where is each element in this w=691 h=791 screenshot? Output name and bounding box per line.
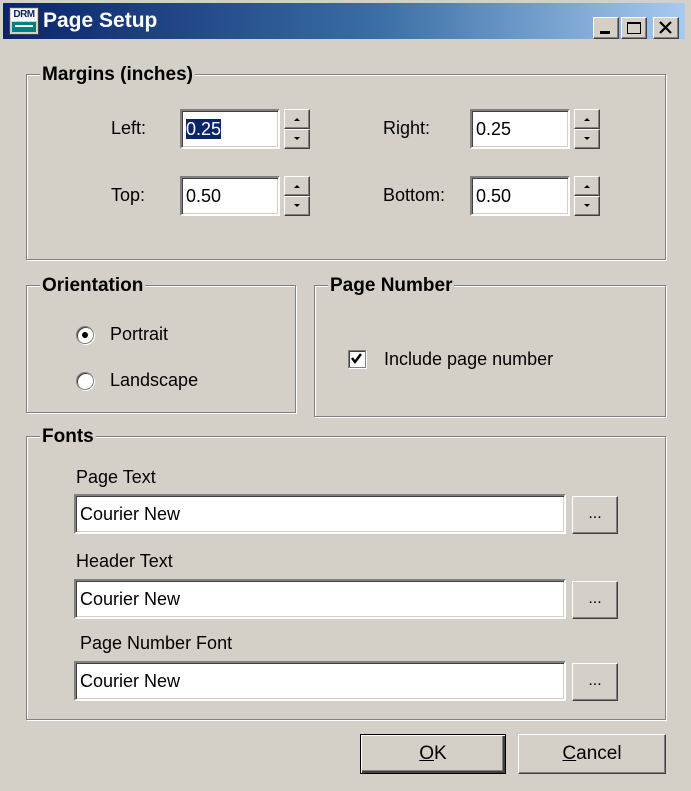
bottom-margin-down-button[interactable] — [574, 196, 600, 216]
landscape-radio[interactable] — [76, 372, 94, 390]
top-margin-down-button[interactable] — [284, 196, 310, 216]
header-text-label: Header Text — [76, 551, 173, 571]
app-icon-text: DRM — [11, 9, 37, 21]
maximize-button[interactable] — [621, 17, 647, 39]
minimize-icon — [600, 31, 610, 34]
fonts-legend: Fonts — [40, 426, 96, 448]
bottom-margin-label: Bottom: — [383, 185, 446, 205]
close-icon — [659, 21, 672, 34]
cancel-button[interactable]: Cancel — [518, 734, 666, 774]
orientation-group — [26, 285, 296, 413]
bottom-margin-up-button[interactable] — [574, 176, 600, 196]
portrait-label[interactable]: Portrait — [110, 323, 168, 345]
page-number-font-input[interactable]: Courier New — [74, 661, 566, 701]
page-number-legend: Page Number — [328, 275, 455, 297]
up-arrow-icon — [294, 185, 300, 188]
close-button[interactable] — [653, 17, 679, 39]
margins-legend: Margins (inches) — [40, 64, 195, 86]
bottom-margin-input[interactable]: 0.50 — [470, 176, 570, 216]
bottom-margin-spinner[interactable] — [574, 176, 600, 216]
margins-group — [26, 74, 666, 260]
page-text-label: Page Text — [76, 467, 156, 487]
right-margin-input[interactable]: 0.25 — [470, 109, 570, 149]
page-text-font-input[interactable]: Courier New — [74, 494, 566, 534]
up-arrow-icon — [584, 118, 590, 121]
down-arrow-icon — [584, 137, 590, 140]
checkmark-icon — [351, 353, 362, 364]
top-margin-label: Top: — [111, 185, 146, 205]
page-number-font-label: Page Number Font — [80, 633, 233, 653]
top-margin-up-button[interactable] — [284, 176, 310, 196]
include-page-number-label[interactable]: Include page number — [384, 348, 553, 370]
left-margin-up-button[interactable] — [284, 109, 310, 129]
down-arrow-icon — [294, 204, 300, 207]
include-page-number-checkbox[interactable] — [348, 350, 366, 368]
header-text-browse-button[interactable]: ... — [572, 581, 618, 619]
maximize-icon — [627, 22, 641, 34]
left-margin-input[interactable]: 0.25 — [180, 109, 280, 149]
right-margin-up-button[interactable] — [574, 109, 600, 129]
right-margin-spinner[interactable] — [574, 109, 600, 149]
window-title: Page Setup — [43, 9, 158, 32]
right-margin-label: Right: — [383, 118, 431, 138]
left-margin-down-button[interactable] — [284, 129, 310, 149]
app-icon: DRM — [9, 7, 39, 35]
landscape-label[interactable]: Landscape — [110, 369, 198, 391]
header-text-font-input[interactable]: Courier New — [74, 579, 566, 619]
right-margin-down-button[interactable] — [574, 129, 600, 149]
up-arrow-icon — [294, 118, 300, 121]
top-margin-input[interactable]: 0.50 — [180, 176, 280, 216]
page-number-font-browse-button[interactable]: ... — [572, 663, 618, 701]
up-arrow-icon — [584, 185, 590, 188]
left-margin-value: 0.25 — [186, 119, 222, 139]
page-text-browse-button[interactable]: ... — [572, 496, 618, 534]
down-arrow-icon — [584, 204, 590, 207]
ok-button[interactable]: OK — [360, 734, 506, 774]
page-setup-dialog: DRM Page Setup Margins (inches) Left: 0.… — [0, 0, 691, 791]
down-arrow-icon — [294, 137, 300, 140]
cancel-mnemonic: C — [562, 743, 577, 764]
minimize-button[interactable] — [593, 17, 619, 39]
left-margin-spinner[interactable] — [284, 109, 310, 149]
portrait-radio[interactable] — [76, 326, 94, 344]
orientation-legend: Orientation — [40, 275, 146, 297]
top-margin-spinner[interactable] — [284, 176, 310, 216]
ok-mnemonic: O — [419, 743, 435, 764]
title-bar[interactable]: DRM Page Setup — [3, 3, 685, 39]
left-margin-label: Left: — [111, 118, 147, 138]
